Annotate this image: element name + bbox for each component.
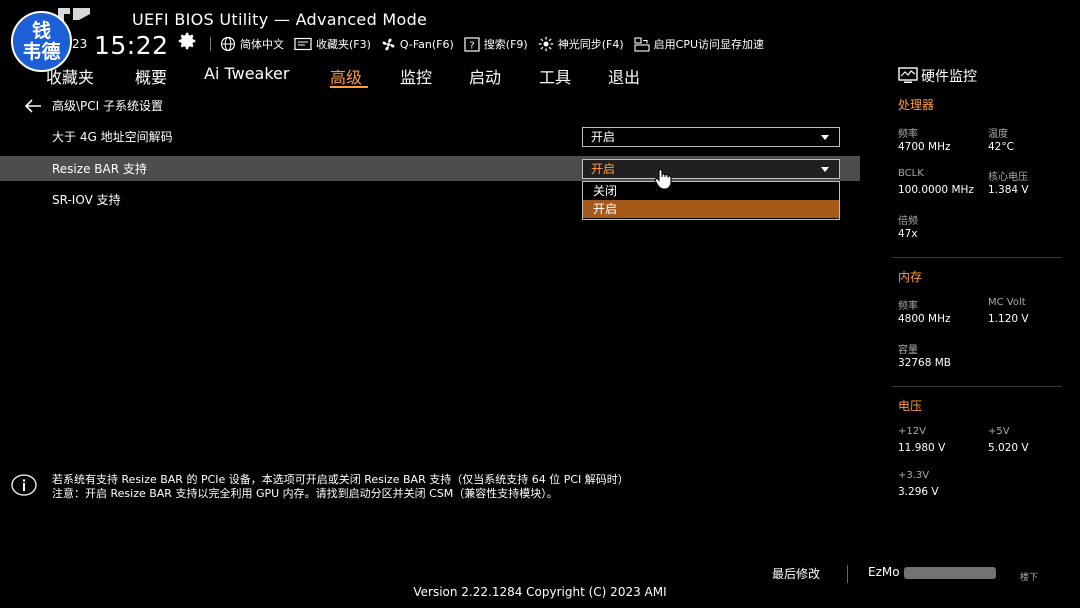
section-divider [892,257,1062,258]
mem-capacity-label: 容量 [898,345,918,356]
monitor-icon [898,67,918,83]
tab-main[interactable]: 概要 [135,64,167,88]
language-label: 简体中文 [240,38,284,51]
footer-extra-text: 楼下 [1020,573,1039,583]
cpu-temp-value: 42°C [988,141,1014,153]
v33-label: +3.3V [898,470,930,481]
v12-value: 11.980 V [898,442,946,454]
favorites-icon [294,37,312,51]
tab-advanced[interactable]: 高级 [330,64,362,88]
mc-volt-label: MC Volt [988,297,1026,308]
globe-icon [220,36,236,52]
clock-time: 15:22 [94,31,169,60]
back-arrow-icon[interactable] [24,98,42,114]
breadcrumb: 高级\PCI 子系统设置 [52,99,164,113]
cpu-section-title: 处理器 [898,98,935,112]
ratio-label: 倍频 [898,216,918,227]
tab-boot[interactable]: 启动 [469,64,501,88]
help-text-line2: 注意：开启 Resize BAR 支持以完全利用 GPU 内存。请找到启动分区并… [52,487,558,500]
setting-label-resize-bar[interactable]: Resize BAR 支持 [52,160,147,177]
dropdown-option-enabled[interactable]: 开启 [583,200,839,218]
language-button[interactable]: 简体中文 [220,36,284,52]
info-icon [11,474,37,496]
cpu-freq-value: 4700 MHz [898,141,951,153]
dropdown-option-disabled[interactable]: 关闭 [583,182,839,200]
gear-icon[interactable] [176,30,198,52]
date-readout: 23 [72,37,88,51]
aura-sync-label: 神光同步(F4) [557,38,624,51]
qfan-label: Q-Fan(F6) [399,37,454,51]
chevron-down-icon [821,167,829,172]
active-tab-underline [330,86,368,88]
resize-bar-select[interactable]: 开启 [582,159,840,179]
aura-sync-button[interactable]: 神光同步(F4) [538,36,624,52]
above-4g-decoding-value: 开启 [591,130,616,144]
v12-label: +12V [898,426,926,437]
mem-freq-value: 4800 MHz [898,313,951,325]
toolbar: 简体中文 收藏夹(F3) Q-Fan(F6) ? 搜索(F9) 神光同步(F4)… [220,35,774,53]
v5-value: 5.020 V [988,442,1029,454]
mc-volt-value: 1.120 V [988,313,1029,325]
resize-bar-dropdown: 关闭 开启 [582,181,840,220]
tab-ai-tweaker[interactable]: Ai Tweaker [204,64,289,83]
watermark-badge: 钱 韦德 [11,11,72,72]
vcore-label: 核心电压 [988,172,1028,183]
watermark-line1: 钱 [31,20,51,42]
bclk-label: BCLK [898,168,924,179]
v33-value: 3.296 V [898,486,939,498]
toolbar-divider [210,37,211,51]
svg-text:?: ? [469,40,474,51]
version-text: Version 2.22.1284 Copyright (C) 2023 AMI [413,585,667,599]
mem-freq-label: 频率 [898,301,918,312]
voltage-section-title: 电压 [898,399,923,413]
ezmode-button[interactable]: EzMo [868,565,900,579]
chevron-down-icon [821,135,829,140]
resize-bar-icon [634,36,650,52]
tab-monitor[interactable]: 监控 [400,64,432,88]
app-title: UEFI BIOS Utility — Advanced Mode [132,10,428,29]
tab-tool[interactable]: 工具 [539,64,571,88]
resize-bar-shortcut-label: 启用CPU访问显存加速 [653,38,765,51]
setting-label-above-4g-decoding[interactable]: 大于 4G 地址空间解码 [52,128,173,145]
resize-bar-value: 开启 [591,162,616,176]
watermark-line2: 韦德 [22,41,61,63]
fan-icon [382,38,395,50]
aura-icon [538,36,553,52]
search-help-icon: ? [464,36,480,52]
ratio-value: 47x [898,228,918,240]
blurred-region [904,567,996,579]
hand-cursor-icon [654,169,672,190]
qfan-button[interactable]: Q-Fan(F6) [381,37,454,52]
bclk-value: 100.0000 MHz [898,184,974,196]
search-label: 搜索(F9) [483,38,528,51]
resize-bar-shortcut-button[interactable]: 启用CPU访问显存加速 [634,36,764,52]
vcore-value: 1.384 V [988,184,1029,196]
favorites-label: 收藏夹(F3) [316,38,371,51]
footer-divider [847,565,848,583]
tab-exit[interactable]: 退出 [608,64,640,88]
v5-label: +5V [988,426,1010,437]
cpu-temp-label: 温度 [988,129,1008,140]
memory-section-title: 内存 [898,270,923,284]
search-button[interactable]: ? 搜索(F9) [464,36,528,52]
hw-monitor-title: 硬件监控 [921,69,977,85]
last-modified-button[interactable]: 最后修改 [772,565,820,582]
above-4g-decoding-select[interactable]: 开启 [582,127,840,147]
mem-capacity-value: 32768 MB [898,357,952,369]
setting-label-sr-iov[interactable]: SR-IOV 支持 [52,191,121,208]
section-divider [892,386,1062,387]
cpu-freq-label: 频率 [898,129,918,140]
favorites-button[interactable]: 收藏夹(F3) [294,36,371,52]
